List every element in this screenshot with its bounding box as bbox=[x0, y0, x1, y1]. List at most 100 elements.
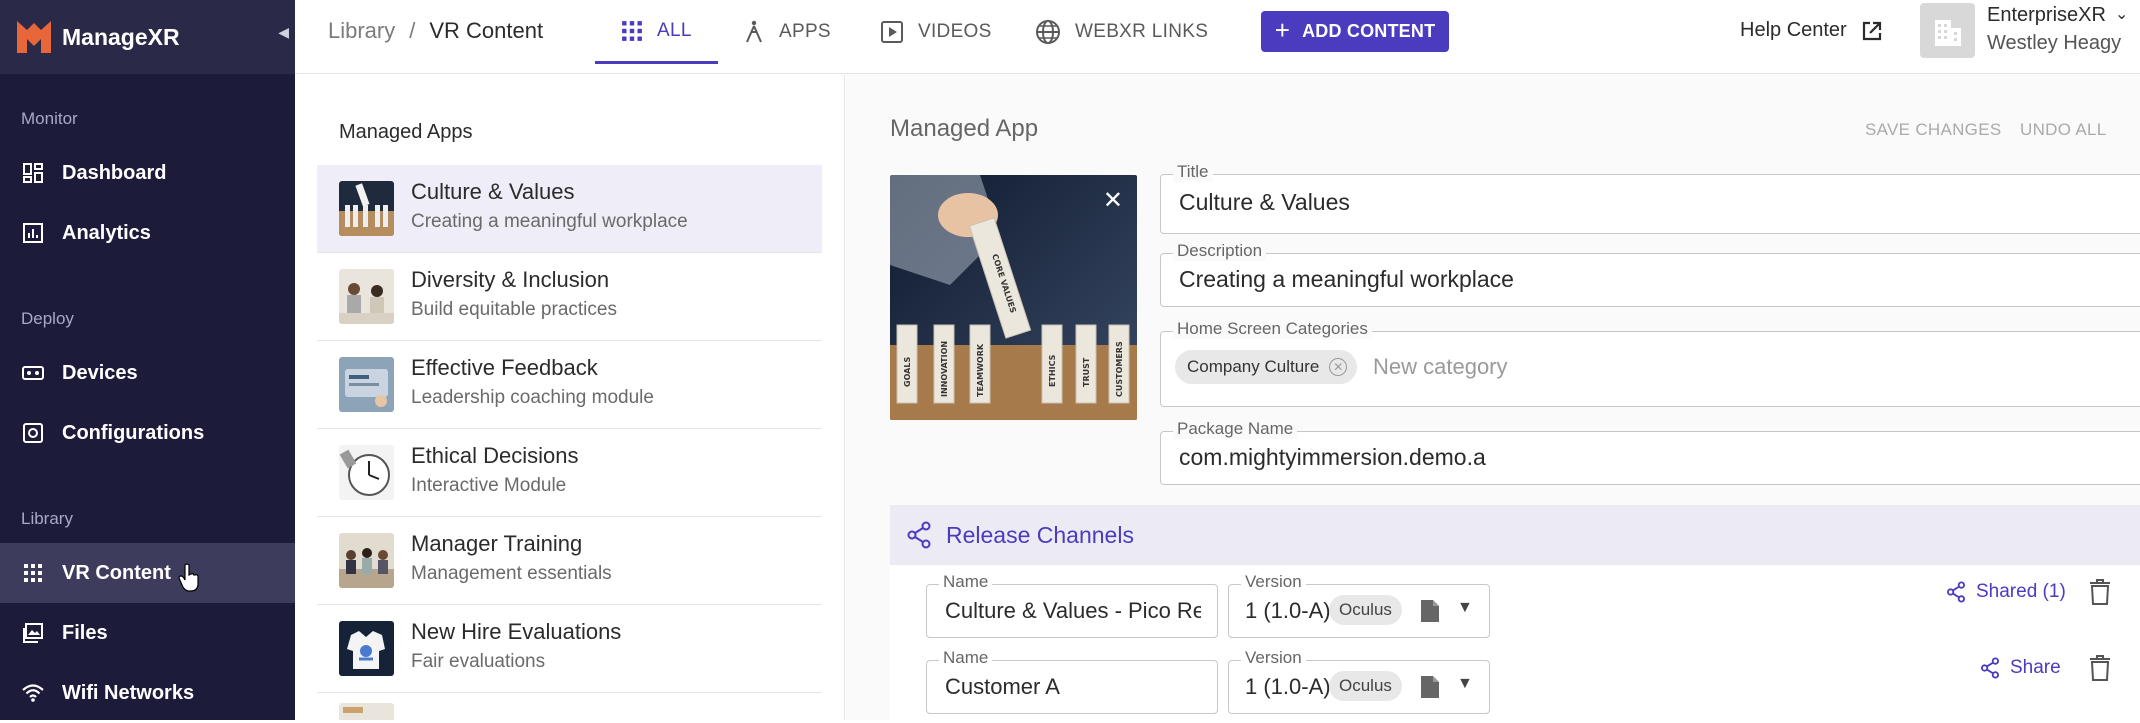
block-label: INNOVATION bbox=[940, 341, 949, 397]
share-icon bbox=[907, 521, 931, 549]
channel-name-input[interactable]: Customer A bbox=[945, 674, 1060, 700]
list-item[interactable]: Culture & Values Creating a meaningful w… bbox=[317, 165, 822, 253]
description-field[interactable]: Description Creating a meaningful workpl… bbox=[1160, 241, 2140, 307]
package-name-input[interactable]: com.mightyimmersion.demo.a bbox=[1179, 444, 1486, 471]
description-input[interactable]: Creating a meaningful workplace bbox=[1179, 266, 1514, 293]
platform-badge: Oculus bbox=[1329, 671, 1402, 701]
share-icon bbox=[1947, 581, 1965, 603]
collapse-sidebar-icon[interactable]: ◀ bbox=[278, 24, 289, 41]
plus-icon: + bbox=[1274, 14, 1291, 45]
save-changes-button[interactable]: SAVE CHANGES bbox=[1865, 120, 2002, 140]
field-label: Name bbox=[939, 572, 993, 592]
share-label: Share bbox=[2010, 657, 2061, 678]
sidebar-item-analytics[interactable]: Analytics bbox=[0, 203, 295, 263]
top-bar: Library / VR Content ALL APPS VIDEOS WEBXR… bbox=[295, 0, 2140, 74]
file-icon bbox=[1421, 676, 1439, 698]
channel-version-select[interactable]: Version 1 (1.0-A) Oculus ▼ bbox=[1228, 572, 1490, 638]
chevron-down-icon[interactable]: ⌄ bbox=[2115, 4, 2128, 24]
sidebar-item-label: Devices bbox=[62, 361, 138, 384]
field-label: Name bbox=[939, 648, 993, 668]
package-name-field[interactable]: Package Name com.mightyimmersion.demo.a bbox=[1160, 419, 2140, 485]
tab-label: WEBXR LINKS bbox=[1075, 21, 1209, 42]
release-channels-header[interactable]: Release Channels bbox=[890, 505, 2140, 565]
title-input[interactable]: Culture & Values bbox=[1179, 189, 1350, 216]
tab-apps[interactable]: APPS bbox=[743, 0, 831, 64]
chip-label: Company Culture bbox=[1187, 357, 1320, 376]
section-deploy: Deploy bbox=[21, 309, 74, 328]
channel-version-select[interactable]: Version 1 (1.0-A) Oculus ▼ bbox=[1228, 648, 1490, 714]
category-chip: Company Culture ✕ bbox=[1175, 350, 1358, 384]
block-label: ETHICS bbox=[1048, 354, 1057, 387]
breadcrumb-library[interactable]: Library bbox=[328, 18, 395, 43]
breadcrumb-separator: / bbox=[409, 18, 416, 43]
tab-videos[interactable]: VIDEOS bbox=[880, 0, 992, 64]
sidebar-item-vr-content[interactable]: VR Content bbox=[0, 543, 295, 603]
item-subtitle: Leadership coaching module bbox=[411, 387, 654, 408]
item-title: Ethical Decisions bbox=[411, 443, 579, 468]
remove-image-icon[interactable]: ✕ bbox=[1103, 189, 1123, 213]
trash-icon[interactable] bbox=[2089, 655, 2111, 681]
remove-chip-icon[interactable]: ✕ bbox=[1329, 358, 1348, 376]
sidebar-item-label: Dashboard bbox=[62, 161, 167, 184]
sidebar-item-devices[interactable]: Devices bbox=[0, 343, 295, 403]
trash-icon[interactable] bbox=[2089, 579, 2111, 605]
list-item[interactable]: New Hire Evaluations Fair evaluations bbox=[317, 605, 822, 693]
release-channels-title: Release Channels bbox=[946, 521, 1134, 548]
external-link-icon bbox=[1862, 21, 1881, 40]
list-item[interactable]: Effective Feedback Leadership coaching m… bbox=[317, 341, 822, 429]
tab-label: APPS bbox=[779, 21, 831, 42]
item-title: Manager Training bbox=[411, 531, 583, 556]
sidebar-item-dashboard[interactable]: Dashboard bbox=[0, 143, 295, 203]
field-label: Package Name bbox=[1173, 419, 1298, 439]
managexr-logo-icon bbox=[17, 21, 51, 53]
breadcrumb: Library / VR Content bbox=[328, 18, 543, 44]
app-image[interactable]: GOALS INNOVATION TEAMWORK ETHICS TRUST C… bbox=[890, 175, 1137, 420]
grid-icon bbox=[20, 560, 46, 586]
share-channel-button[interactable]: Shared (1) bbox=[1946, 581, 2066, 603]
building-icon bbox=[1934, 19, 1961, 46]
section-library: Library bbox=[21, 509, 73, 528]
breadcrumb-current: VR Content bbox=[429, 18, 544, 43]
sidebar-item-wifi-networks[interactable]: Wifi Networks bbox=[0, 663, 295, 723]
org-avatar[interactable] bbox=[1920, 3, 1975, 58]
release-channel-row: Name Culture & Values - Pico Release Ver… bbox=[890, 565, 2140, 641]
tab-all[interactable]: ALL bbox=[595, 0, 718, 64]
sidebar-item-configurations[interactable]: Configurations bbox=[0, 403, 295, 463]
file-icon bbox=[1421, 600, 1439, 622]
field-label: Version bbox=[1241, 648, 1306, 668]
platform-badge: Oculus bbox=[1329, 595, 1402, 625]
new-category-input[interactable]: New category bbox=[1373, 354, 1508, 380]
list-item[interactable]: Diversity & Inclusion Build equitable pr… bbox=[317, 253, 822, 341]
list-item[interactable]: Manager Training Management essentials bbox=[317, 517, 822, 605]
undo-all-button[interactable]: UNDO ALL bbox=[2020, 120, 2107, 140]
sidebar-item-label: VR Content bbox=[62, 561, 171, 584]
files-icon bbox=[20, 620, 46, 646]
org-name[interactable]: EnterpriseXR bbox=[1987, 4, 2106, 27]
channel-name-input[interactable]: Culture & Values - Pico Release bbox=[945, 598, 1201, 624]
sidebar-item-files[interactable]: Files bbox=[0, 603, 295, 663]
version-value: 1 (1.0-A) bbox=[1245, 674, 1331, 699]
help-center-link[interactable]: Help Center bbox=[1740, 19, 1883, 42]
block-label: TEAMWORK bbox=[976, 343, 985, 397]
hand-cursor-icon bbox=[178, 563, 199, 592]
item-title: Culture & Values bbox=[411, 179, 575, 204]
item-title: Diversity & Inclusion bbox=[411, 267, 610, 292]
list-item-partial[interactable] bbox=[317, 693, 822, 720]
share-channel-button[interactable]: Share bbox=[1980, 657, 2061, 679]
devices-icon bbox=[20, 360, 46, 386]
title-field[interactable]: Title Culture & Values bbox=[1160, 162, 2140, 234]
item-subtitle: Fair evaluations bbox=[411, 651, 546, 672]
detail-heading: Managed App bbox=[890, 115, 1039, 142]
wifi-icon bbox=[20, 680, 46, 706]
tab-webxr-links[interactable]: WEBXR LINKS bbox=[1035, 0, 1208, 64]
channel-name-field[interactable]: Name Customer A bbox=[926, 648, 1218, 714]
sidebar-item-label: Wifi Networks bbox=[62, 681, 195, 704]
app-thumbnail bbox=[339, 703, 394, 720]
release-channel-row: Name Customer A Version 1 (1.0-A) Oculus… bbox=[890, 641, 2140, 720]
channel-name-field[interactable]: Name Culture & Values - Pico Release bbox=[926, 572, 1218, 638]
categories-field[interactable]: Home Screen Categories Company Culture ✕… bbox=[1160, 319, 2140, 407]
block-label: GOALS bbox=[903, 357, 912, 387]
add-content-button[interactable]: + ADD CONTENT bbox=[1261, 11, 1449, 52]
tab-label: ALL bbox=[657, 19, 692, 41]
list-item[interactable]: Ethical Decisions Interactive Module bbox=[317, 429, 822, 517]
